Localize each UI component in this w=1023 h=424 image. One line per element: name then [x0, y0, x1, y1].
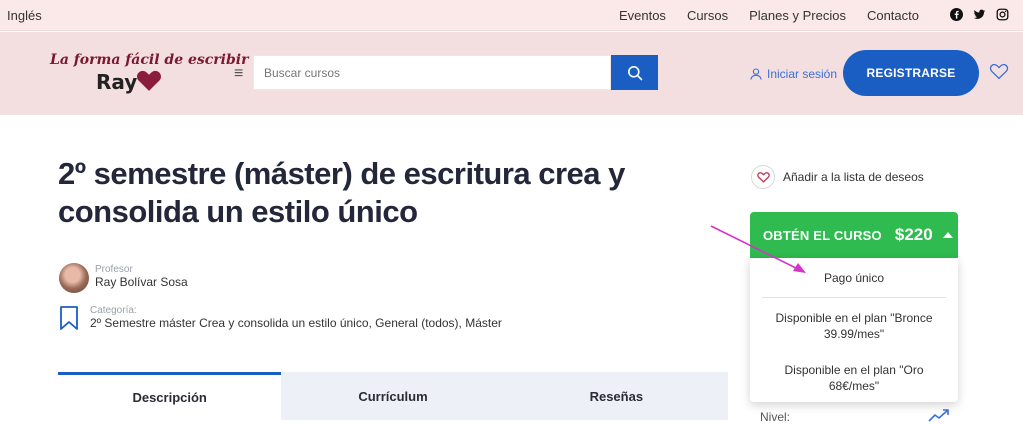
facebook-icon[interactable]: [950, 8, 963, 21]
logo-tagline: La forma fácil de escribir: [50, 52, 249, 68]
purchase-options-dropdown: Pago único Disponible en el plan "Bronce…: [750, 258, 958, 402]
site-header: La forma fácil de escribir Ray ≡ Iniciar…: [0, 32, 1023, 115]
search-button[interactable]: [611, 55, 658, 90]
option-bronze-plan[interactable]: Disponible en el plan "Bronce 39.99/mes": [750, 310, 958, 342]
login-label: Iniciar sesión: [767, 67, 838, 81]
nav-item-planes[interactable]: Planes y Precios: [749, 8, 846, 23]
heart-logo-icon: [136, 70, 162, 91]
logo[interactable]: La forma fácil de escribir Ray: [50, 52, 249, 100]
course-tabs: Descripción Currículum Reseñas: [58, 372, 728, 420]
add-to-wishlist[interactable]: Añadir a la lista de deseos: [751, 165, 924, 189]
register-button[interactable]: REGISTRARSE: [843, 50, 979, 96]
teacher-avatar[interactable]: [59, 263, 89, 293]
course-price: $220: [894, 225, 933, 244]
top-nav: Eventos Cursos Planes y Precios Contacto: [619, 8, 919, 23]
search-input[interactable]: [253, 55, 611, 90]
hamburger-menu-icon[interactable]: ≡: [234, 65, 243, 83]
level-label: Nivel:: [760, 410, 791, 424]
caret-up-icon: [942, 232, 953, 238]
get-course-button[interactable]: OBTÉN EL CURSO $220: [750, 212, 958, 258]
login-link[interactable]: Iniciar sesión: [750, 67, 837, 81]
nav-item-eventos[interactable]: Eventos: [619, 8, 666, 23]
logo-name: Ray: [96, 70, 138, 94]
wishlist-circle: [751, 165, 775, 189]
tab-curriculum[interactable]: Currículum: [281, 372, 504, 420]
user-icon: [750, 68, 762, 80]
wishlist-heart-icon[interactable]: [989, 62, 1009, 80]
instagram-icon[interactable]: [996, 8, 1009, 21]
option-one-time-payment[interactable]: Pago único: [750, 270, 958, 286]
option-gold-plan[interactable]: Disponible en el plan "Oro 68€/mes": [750, 362, 958, 394]
search-icon: [627, 65, 642, 80]
bookmark-icon: [60, 306, 78, 330]
social-links: [950, 8, 1009, 21]
tab-descripcion[interactable]: Descripción: [58, 372, 282, 420]
top-bar: Inglés Eventos Cursos Planes y Precios C…: [0, 0, 1023, 31]
dropdown-divider: [762, 297, 946, 298]
tab-resenas[interactable]: Reseñas: [505, 372, 728, 420]
heart-outline-icon: [756, 172, 770, 183]
teacher-label: Profesor: [95, 264, 133, 275]
twitter-icon[interactable]: [973, 8, 986, 21]
language-switch[interactable]: Inglés: [7, 8, 42, 23]
nav-item-cursos[interactable]: Cursos: [687, 8, 728, 23]
get-course-label: OBTÉN EL CURSO: [763, 227, 882, 243]
wishlist-label: Añadir a la lista de deseos: [783, 170, 924, 184]
course-title: 2º semestre (máster) de escritura crea y…: [58, 156, 625, 229]
teacher-name[interactable]: Ray Bolívar Sosa: [95, 275, 188, 289]
category-label: Categoría:: [90, 305, 137, 316]
category-value[interactable]: 2º Semestre máster Crea y consolida un e…: [90, 316, 502, 330]
nav-item-contacto[interactable]: Contacto: [867, 8, 919, 23]
